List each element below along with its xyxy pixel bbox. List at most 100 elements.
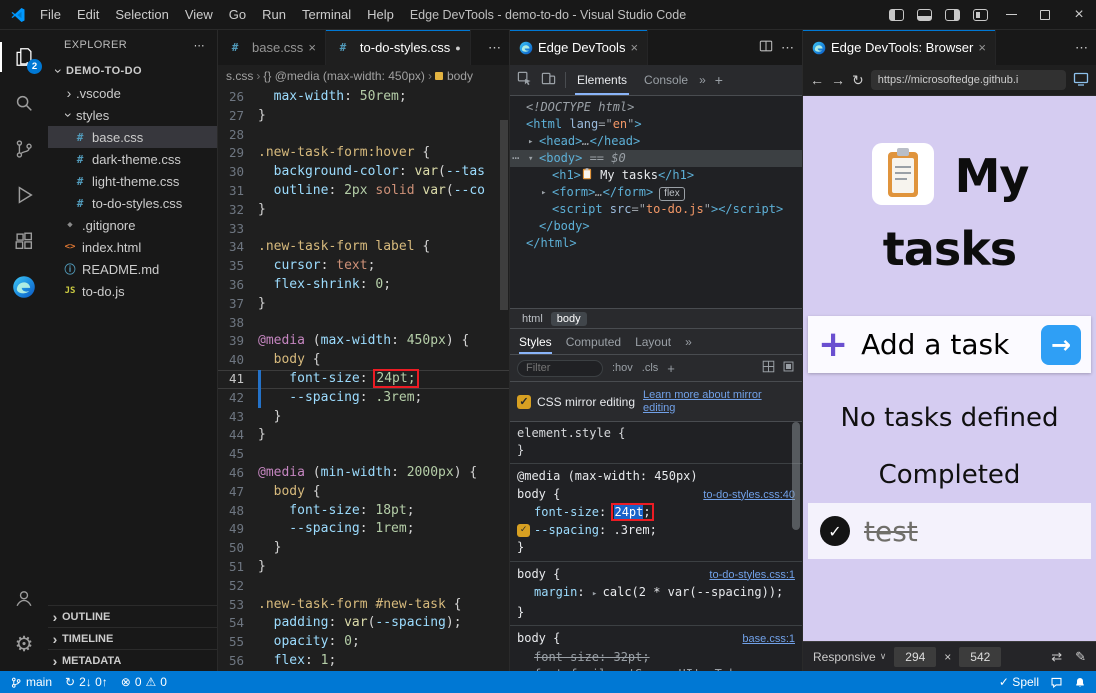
- dom-node[interactable]: <html lang="en">: [510, 116, 802, 133]
- section-outline[interactable]: ›OUTLINE: [48, 605, 217, 627]
- branch-indicator[interactable]: main: [10, 675, 52, 689]
- tree-item-demo-to-do[interactable]: ›DEMO-TO-DO: [48, 60, 217, 82]
- problems-indicator[interactable]: ⊗ 0 ⚠ 0: [121, 675, 167, 689]
- close-icon[interactable]: ×: [630, 40, 638, 55]
- expand-arrow-icon[interactable]: ▸: [541, 185, 546, 202]
- dom-node[interactable]: </html>: [510, 235, 802, 252]
- tree-item-readme-md[interactable]: ⓘREADME.md: [48, 258, 217, 280]
- toggle-sidebar-icon[interactable]: [882, 0, 910, 29]
- code-line-40[interactable]: 40 body {: [218, 351, 509, 370]
- add-task-label[interactable]: Add a task: [861, 328, 1041, 361]
- source-control-icon[interactable]: [0, 126, 48, 172]
- tree-item--gitignore[interactable]: ◆.gitignore: [48, 214, 217, 236]
- close-icon[interactable]: ×: [978, 40, 986, 55]
- tree-item-to-do-js[interactable]: JSto-do.js: [48, 280, 217, 302]
- toggle-panel-icon[interactable]: [910, 0, 938, 29]
- css-property[interactable]: margin: ▸ calc(2 * var(--spacing));: [517, 584, 795, 604]
- css-property[interactable]: font-size: 32pt;: [517, 649, 795, 667]
- dom-crumb-html[interactable]: html: [516, 312, 549, 326]
- dom-node[interactable]: ▸<form>…</form>flex: [510, 184, 802, 201]
- code-line-46[interactable]: 46@media (min-width: 2000px) {: [218, 464, 509, 483]
- breadcrumb-item[interactable]: body: [435, 69, 473, 83]
- device-toolbar-icon[interactable]: [541, 71, 556, 89]
- expand-arrow-icon[interactable]: ▸: [528, 134, 533, 151]
- code-line-41[interactable]: 41 font-size: 24pt;: [218, 370, 509, 389]
- explorer-more-icon[interactable]: ⋯: [194, 39, 205, 52]
- code-line-53[interactable]: 53.new-task-form #new-task {: [218, 596, 509, 615]
- stylesheet-link[interactable]: to-do-styles.css:1: [709, 567, 795, 585]
- code-line-32[interactable]: 32}: [218, 201, 509, 220]
- code-line-37[interactable]: 37}: [218, 295, 509, 314]
- open-devtools-icon[interactable]: [1073, 72, 1089, 89]
- breadcrumb-item[interactable]: s.css: [226, 69, 253, 83]
- device-height-input[interactable]: 542: [959, 647, 1001, 667]
- minimize-button[interactable]: [994, 0, 1028, 29]
- code-line-26[interactable]: 26 max-width: 50rem;: [218, 88, 509, 107]
- property-checkbox[interactable]: ✓: [517, 524, 530, 537]
- sync-indicator[interactable]: ↻ 2↓ 0↑: [65, 675, 108, 689]
- menu-terminal[interactable]: Terminal: [294, 0, 359, 30]
- add-tool-icon[interactable]: +: [715, 72, 723, 88]
- editor-more-actions-icon[interactable]: ⋯: [488, 40, 501, 56]
- styles-tab-styles[interactable]: Styles: [519, 329, 552, 354]
- device-width-input[interactable]: 294: [894, 647, 936, 667]
- dom-node[interactable]: ▸<head>…</head>: [510, 133, 802, 150]
- dom-node[interactable]: <!DOCTYPE html>: [510, 99, 802, 116]
- expand-arrow-icon[interactable]: ▸: [592, 589, 603, 599]
- tree-item-dark-theme-css[interactable]: #dark-theme.css: [48, 148, 217, 170]
- dom-crumb-body[interactable]: body: [551, 312, 587, 326]
- close-icon[interactable]: ×: [308, 40, 316, 55]
- code-line-43[interactable]: 43 }: [218, 408, 509, 427]
- tree-item-to-do-styles-css[interactable]: #to-do-styles.css: [48, 192, 217, 214]
- code-line-42[interactable]: 42 --spacing: .3rem;: [218, 389, 509, 408]
- editor-scrollbar[interactable]: [500, 120, 508, 310]
- device-edit-icon[interactable]: ✎: [1075, 649, 1086, 665]
- browser-tab[interactable]: Edge DevTools: Browser ×: [803, 30, 996, 65]
- menu-go[interactable]: Go: [221, 0, 254, 30]
- code-line-31[interactable]: 31 outline: 2px solid var(--co: [218, 182, 509, 201]
- completed-task-item[interactable]: ✓ test: [808, 503, 1091, 559]
- code-line-54[interactable]: 54 padding: var(--spacing);: [218, 614, 509, 633]
- edge-devtools-activity-icon[interactable]: [0, 264, 48, 310]
- breadcrumb-item[interactable]: {} @media (max-width: 450px): [263, 69, 425, 83]
- settings-gear-icon[interactable]: ⚙: [0, 621, 48, 667]
- code-line-33[interactable]: 33: [218, 220, 509, 239]
- mirror-editing-learn-more-link[interactable]: Learn more about mirror editing: [643, 389, 795, 415]
- dom-node[interactable]: <h1> My tasks</h1>: [510, 167, 802, 184]
- pseudo-state-button[interactable]: :hov: [612, 362, 633, 374]
- code-line-38[interactable]: 38: [218, 314, 509, 333]
- code-line-56[interactable]: 56 flex: 1;: [218, 652, 509, 671]
- feedback-icon[interactable]: [1050, 676, 1063, 689]
- more-tools-overflow-icon[interactable]: »: [699, 73, 706, 87]
- grid-overlay-icon[interactable]: [762, 360, 775, 376]
- close-button[interactable]: ×: [1062, 0, 1096, 29]
- devtools-tab[interactable]: Edge DevTools ×: [510, 30, 648, 65]
- tree-item--vscode[interactable]: ›.vscode: [48, 82, 217, 104]
- extensions-icon[interactable]: [0, 218, 48, 264]
- tree-item-light-theme-css[interactable]: #light-theme.css: [48, 170, 217, 192]
- code-line-28[interactable]: 28: [218, 126, 509, 145]
- code-line-55[interactable]: 55 opacity: 0;: [218, 633, 509, 652]
- new-style-rule-button[interactable]: +: [667, 361, 675, 376]
- menu-file[interactable]: File: [32, 0, 69, 30]
- search-icon[interactable]: [0, 80, 48, 126]
- dom-node[interactable]: </body>: [510, 218, 802, 235]
- styles-tab-computed[interactable]: Computed: [566, 329, 621, 354]
- menu-run[interactable]: Run: [254, 0, 294, 30]
- maximize-button[interactable]: [1028, 0, 1062, 29]
- code-line-29[interactable]: 29.new-task-form:hover {: [218, 144, 509, 163]
- tree-item-base-css[interactable]: #base.css: [48, 126, 217, 148]
- url-bar[interactable]: https://microsoftedge.github.i: [871, 70, 1066, 90]
- mirror-editing-checkbox[interactable]: ✓: [517, 395, 531, 409]
- code-line-35[interactable]: 35 cursor: text;: [218, 257, 509, 276]
- device-mode-dropdown[interactable]: Responsive ∨: [813, 650, 886, 664]
- tree-item-index-html[interactable]: <>index.html: [48, 236, 217, 258]
- code-line-44[interactable]: 44}: [218, 426, 509, 445]
- add-task-submit-button[interactable]: →: [1041, 325, 1081, 365]
- styles-tab-layout[interactable]: Layout: [635, 329, 671, 354]
- notifications-bell-icon[interactable]: [1074, 676, 1086, 689]
- task-done-checkbox[interactable]: ✓: [820, 516, 850, 546]
- dom-node[interactable]: <script src="to-do.js"></script>: [510, 201, 802, 218]
- section-metadata[interactable]: ›METADATA: [48, 649, 217, 671]
- code-line-50[interactable]: 50 }: [218, 539, 509, 558]
